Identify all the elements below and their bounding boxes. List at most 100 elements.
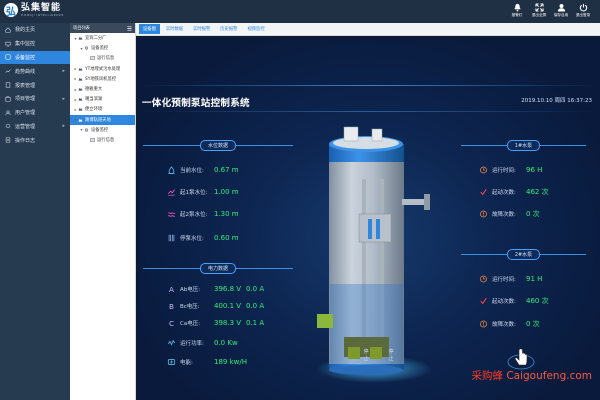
tree-node-label: 德雅重大 bbox=[85, 87, 103, 93]
sidebar-item-users[interactable]: 用户管理 bbox=[0, 106, 70, 120]
tree-node[interactable]: ▸ SY地铁风机监控 bbox=[70, 74, 135, 84]
power-row-power: 运行功率: 0.0 Kw bbox=[167, 338, 246, 348]
energy-icon bbox=[167, 359, 176, 365]
trend-icon bbox=[5, 69, 11, 73]
sidebar-item-project[interactable]: 项目管理 ▸ bbox=[0, 92, 70, 106]
device-icon bbox=[5, 54, 11, 61]
brand-name-en: HONGJI INTELLIGENCE bbox=[21, 13, 64, 17]
header-divider bbox=[139, 85, 600, 86]
folder-icon bbox=[78, 118, 83, 122]
page-icon bbox=[90, 56, 95, 61]
fullscreen-icon bbox=[534, 3, 544, 12]
tree-node-label: 路博轨道天地 bbox=[85, 117, 111, 123]
level-icon bbox=[168, 234, 175, 242]
tree-node-label: 噶当滨湖 bbox=[85, 97, 103, 103]
water-section-header: 水位数据 bbox=[143, 139, 293, 151]
hand-pointer-icon bbox=[514, 348, 528, 366]
project-tree: 项目列表 ▾ 宜宾二分厂 ▾ 设备监控 运行信息 ▸ YT地埋式污水处理 ▸ SY地铁风机监控 ▸… bbox=[70, 23, 136, 400]
chevron-right-icon: ▸ bbox=[62, 68, 65, 75]
chevron-right-icon: ▸ bbox=[62, 123, 65, 130]
clock-icon bbox=[480, 166, 487, 174]
menu-icon[interactable] bbox=[127, 26, 132, 31]
pump-station-illustration bbox=[316, 126, 432, 383]
log-icon bbox=[5, 137, 11, 143]
tree-node[interactable]: 运行信息 bbox=[70, 53, 135, 63]
watermark: 采购蜂 Caigoufeng.com bbox=[471, 370, 592, 382]
tree-node-label: 便立环境 bbox=[85, 107, 103, 113]
tree-node[interactable]: ▾ 设备监控 bbox=[70, 125, 135, 135]
water-drop-icon bbox=[168, 166, 175, 174]
pump1-row-faults: 故障次数: 0 次 bbox=[479, 209, 540, 219]
alarm-button[interactable]: 报警灯 bbox=[506, 3, 528, 18]
tree-header: 项目列表 bbox=[70, 23, 135, 33]
tree-node[interactable]: 运行信息 bbox=[70, 135, 135, 145]
tree-node[interactable]: ▸ 便立环境 bbox=[70, 104, 135, 114]
sidebar-item-operation[interactable]: 运营管理 ▸ bbox=[0, 120, 70, 134]
gear-icon bbox=[84, 46, 89, 50]
user-button[interactable]: 保存自用 bbox=[550, 3, 572, 18]
tab-realtime-data[interactable]: 实时数据 bbox=[162, 24, 187, 34]
tree-node[interactable]: ▾ 宜宾二分厂 bbox=[70, 33, 135, 43]
tree-node-label: 运行信息 bbox=[97, 56, 115, 62]
svg-text:C: C bbox=[169, 319, 174, 327]
user-icon bbox=[557, 3, 565, 12]
tab-realtime-alarm[interactable]: 实时报警 bbox=[189, 24, 214, 34]
tree-node[interactable]: ▸ YT地埋式污水处理 bbox=[70, 64, 135, 74]
sidebar-item-log[interactable]: 操作日志 bbox=[0, 133, 70, 147]
gear-icon bbox=[84, 128, 89, 132]
tree-node[interactable]: ▸ 德雅重大 bbox=[70, 84, 135, 94]
power-meter-icon bbox=[168, 339, 175, 346]
header-actions: 报警灯 退出全屏 保存自用 退出登录 bbox=[506, 3, 594, 18]
tree-node[interactable]: ▸ 噶当滨湖 bbox=[70, 94, 135, 104]
power-section-header: 电力数据 bbox=[143, 262, 293, 274]
phase-c-icon: C bbox=[169, 319, 174, 327]
sidebar-item-home[interactable]: 我的主页 bbox=[0, 23, 70, 37]
water-row-stop: 停泵水位: 0.60 m bbox=[167, 233, 246, 243]
folder-icon bbox=[78, 67, 83, 71]
folder-icon bbox=[78, 98, 83, 101]
project-icon bbox=[5, 96, 11, 102]
title-divider bbox=[139, 111, 600, 112]
pump2-row-runtime: 运行时间: 91 H bbox=[479, 274, 542, 284]
power-row-bc: B Bc电压: 400.1 V 0.0 A bbox=[167, 301, 264, 311]
power-row-ca: C Ca电压: 398.3 V 0.1 A bbox=[168, 319, 265, 327]
operation-icon bbox=[5, 124, 11, 129]
home-icon bbox=[5, 27, 11, 33]
folder-icon bbox=[78, 87, 83, 91]
pump2-row-starts: 起动次数: 460 次 bbox=[479, 296, 549, 306]
logo-icon: 弘 bbox=[4, 3, 18, 18]
tree-node-label: 运行信息 bbox=[97, 137, 115, 143]
wave-icon bbox=[168, 212, 175, 217]
tab-device-diagram[interactable]: 设备图 bbox=[139, 24, 160, 34]
sidebar-item-report[interactable]: 报表管理 bbox=[0, 78, 70, 92]
tab-video-monitor[interactable]: 视频监控 bbox=[243, 24, 268, 34]
tree-node[interactable]: ▾ 路博轨道天地 bbox=[70, 114, 135, 125]
tree-node-label: 设备监控 bbox=[91, 127, 109, 133]
chevron-right-icon: ▸ bbox=[62, 95, 65, 102]
water-row-current: 当前水位: 0.67 m bbox=[167, 165, 246, 175]
folder-icon bbox=[78, 77, 83, 81]
report-icon bbox=[5, 82, 11, 88]
level-up-icon bbox=[168, 189, 176, 196]
pump1-row-starts: 起动次数: 462 次 bbox=[479, 187, 549, 197]
svg-text:A: A bbox=[169, 285, 174, 293]
exit-fullscreen-button[interactable]: 退出全屏 bbox=[528, 3, 550, 18]
sidebar-item-trend[interactable]: 趋势曲线 ▸ bbox=[0, 64, 70, 78]
bell-icon bbox=[513, 3, 521, 12]
sidebar-item-device-monitor[interactable]: 设备监控 bbox=[0, 50, 70, 65]
folder-icon bbox=[78, 36, 83, 40]
sidebar-item-central-monitor[interactable]: 集中监控 bbox=[0, 37, 70, 51]
sidebar: 我的主页 集中监控 设备监控 趋势曲线 ▸ 报表管理 项目管理 ▸ 用户管理 运… bbox=[0, 23, 70, 400]
check-icon bbox=[480, 297, 487, 305]
monitor-icon bbox=[5, 41, 11, 47]
pump1-header: 1#水泵 bbox=[461, 139, 586, 151]
phase-b-icon: B bbox=[169, 302, 174, 310]
tree-node-label: YT地埋式污水处理 bbox=[85, 66, 121, 72]
power-icon bbox=[579, 3, 587, 12]
page-icon bbox=[90, 138, 95, 142]
logout-button[interactable]: 退出登录 bbox=[572, 3, 594, 18]
brand-name: 弘集智能 bbox=[21, 3, 62, 13]
tree-node[interactable]: ▾ 设备监控 bbox=[70, 43, 135, 53]
water-row-pump2-start: 起2泵水位: 1.30 m bbox=[167, 209, 246, 219]
tab-history-alarm[interactable]: 历史报警 bbox=[216, 24, 241, 34]
